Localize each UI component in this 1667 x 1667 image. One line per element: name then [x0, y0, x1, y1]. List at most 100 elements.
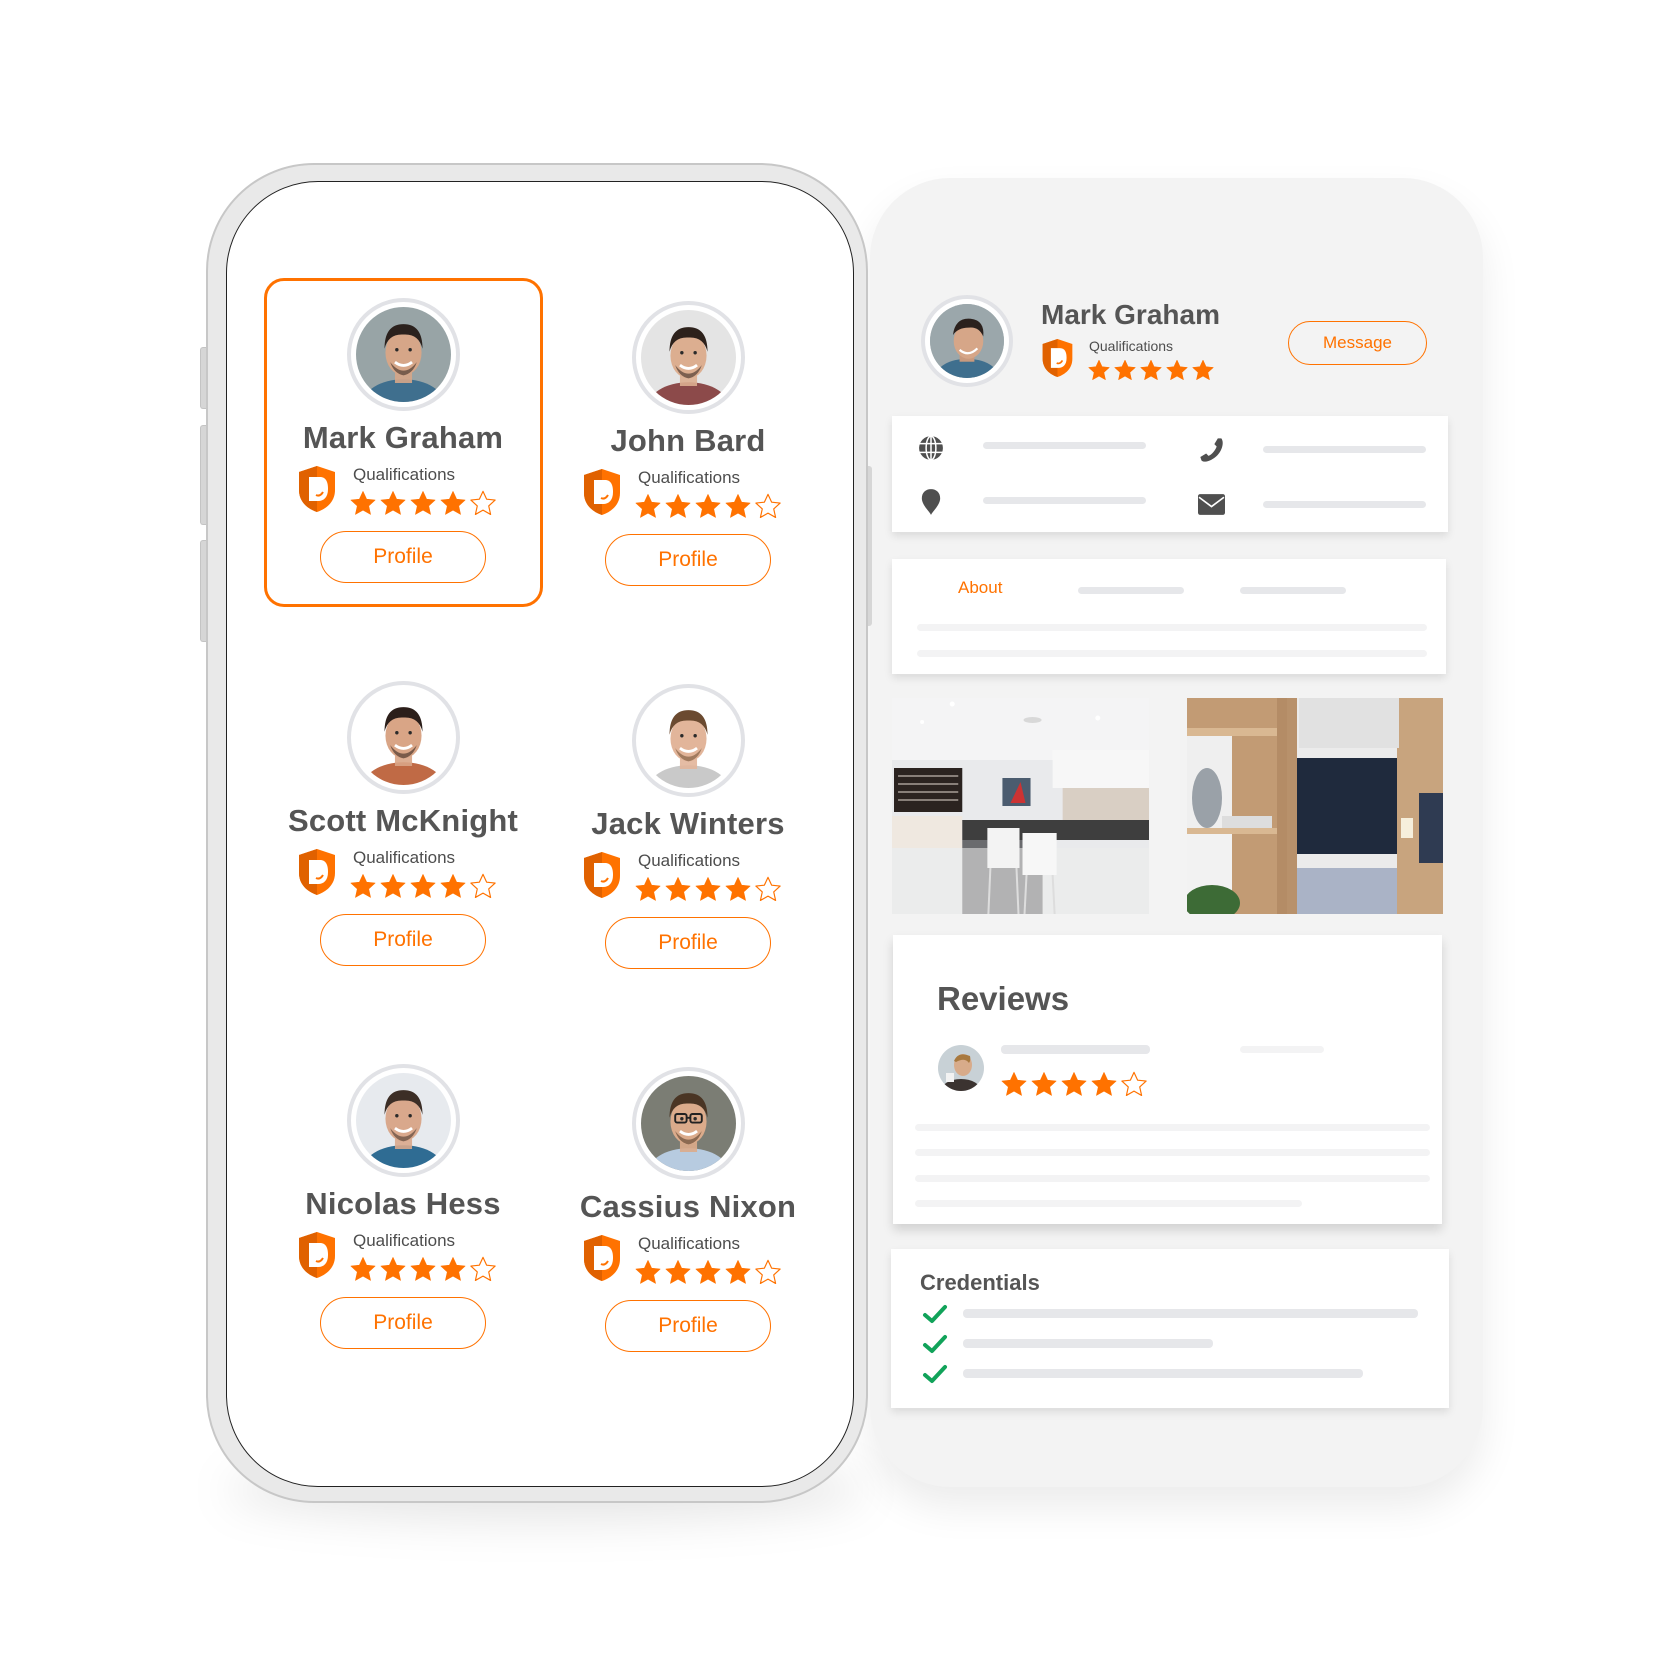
profile-button[interactable]: Profile — [320, 531, 486, 583]
avatar-scott-mcknight[interactable] — [347, 681, 460, 794]
star-filled-icon — [1061, 1072, 1087, 1096]
person-name: Mark Graham — [302, 420, 504, 455]
qualification-shield-icon — [584, 852, 620, 898]
reviewer-avatar-image — [938, 1045, 984, 1091]
person-name: Nicolas Hess — [305, 1186, 501, 1221]
person-rating — [349, 489, 497, 517]
qualification-shield-icon — [584, 469, 620, 515]
star-filled-icon — [350, 874, 376, 898]
person-rating — [349, 1255, 497, 1283]
qualification-label: Qualifications — [638, 851, 741, 870]
person-name: Scott McKnight — [287, 803, 519, 838]
star-filled-icon — [635, 877, 661, 901]
review-text-line — [915, 1149, 1430, 1156]
qualification-row: Qualifications — [297, 1231, 497, 1283]
credential-placeholder — [963, 1339, 1213, 1348]
star-empty-icon — [470, 873, 496, 899]
profile-button[interactable]: Profile — [320, 914, 486, 966]
star-empty-icon — [1121, 1071, 1147, 1097]
person-rating — [634, 875, 782, 903]
review-text-line — [915, 1124, 1430, 1131]
qualification-row: Qualifications — [582, 851, 782, 903]
star-filled-icon — [635, 494, 661, 518]
star-filled-icon — [1192, 359, 1214, 381]
profile-qualification-row: Qualifications — [1041, 338, 1241, 382]
star-filled-icon — [410, 491, 436, 515]
globe-icon — [919, 435, 943, 461]
profile-button[interactable]: Profile — [605, 1300, 771, 1352]
qualification-row: Qualifications — [297, 848, 497, 900]
qualification-row: Qualifications — [297, 465, 497, 517]
profile-button[interactable]: Profile — [605, 917, 771, 969]
qualification-shield-icon — [1042, 339, 1073, 377]
credentials-title: Credentials — [920, 1270, 1040, 1295]
tab-placeholder-3[interactable] — [1240, 587, 1346, 594]
reviewer-name-placeholder — [1001, 1045, 1150, 1054]
star-filled-icon — [440, 1257, 466, 1281]
avatar-mark-graham[interactable] — [347, 298, 460, 411]
qualification-label: Qualifications — [638, 1234, 741, 1253]
qualification-shield-icon — [299, 466, 335, 512]
avatar-john-bard[interactable] — [632, 301, 745, 414]
qualification-row: Qualifications — [582, 468, 782, 520]
profile-button[interactable]: Profile — [320, 1297, 486, 1349]
qualification-label: Qualifications — [353, 1231, 456, 1250]
qualification-shield-icon — [299, 849, 335, 895]
check-icon — [923, 1305, 947, 1323]
credential-placeholder — [963, 1309, 1418, 1318]
star-empty-icon — [470, 1256, 496, 1282]
star-filled-icon — [350, 1257, 376, 1281]
star-filled-icon — [665, 1260, 691, 1284]
star-filled-icon — [1088, 359, 1110, 381]
star-filled-icon — [410, 874, 436, 898]
phone-placeholder — [1263, 446, 1426, 453]
review-date-placeholder — [1240, 1046, 1324, 1053]
tab-about[interactable]: About — [958, 578, 1002, 598]
wardrobe-photo[interactable] — [1187, 698, 1443, 914]
person-rating — [349, 872, 497, 900]
star-empty-icon — [755, 876, 781, 902]
about-text-line — [917, 624, 1427, 631]
star-filled-icon — [725, 877, 751, 901]
reviewer-avatar — [938, 1045, 984, 1091]
location-pin-icon — [921, 489, 941, 515]
tab-placeholder-2[interactable] — [1078, 587, 1184, 594]
avatar-mark-graham-image — [930, 304, 1004, 378]
star-filled-icon — [440, 491, 466, 515]
qualification-label: Qualifications — [638, 468, 741, 487]
address-placeholder — [983, 497, 1146, 504]
credential-placeholder — [963, 1369, 1363, 1378]
person-rating — [634, 492, 782, 520]
email-placeholder — [1263, 501, 1426, 508]
avatar-nicolas-hess[interactable] — [347, 1064, 460, 1177]
person-name: Jack Winters — [591, 806, 785, 841]
qualification-shield-icon — [299, 1232, 335, 1278]
star-filled-icon — [1031, 1072, 1057, 1096]
star-filled-icon — [695, 1260, 721, 1284]
check-icon — [923, 1335, 947, 1353]
person-name: Cassius Nixon — [579, 1189, 797, 1224]
qualification-row: Qualifications — [582, 1234, 782, 1286]
star-filled-icon — [410, 1257, 436, 1281]
check-icon — [923, 1365, 947, 1383]
star-filled-icon — [635, 1260, 661, 1284]
profile-rating — [1087, 358, 1215, 382]
qualification-label: Qualifications — [353, 848, 456, 867]
profile-button[interactable]: Profile — [605, 534, 771, 586]
qualification-label: Qualifications — [1089, 338, 1174, 354]
person-rating — [634, 1258, 782, 1286]
avatar-cassius-nixon[interactable] — [632, 1067, 745, 1180]
star-filled-icon — [725, 494, 751, 518]
review-text-line — [915, 1175, 1430, 1182]
star-filled-icon — [1091, 1072, 1117, 1096]
star-empty-icon — [470, 490, 496, 516]
star-filled-icon — [1001, 1072, 1027, 1096]
phone-icon — [1200, 438, 1223, 462]
star-filled-icon — [665, 877, 691, 901]
kitchen-photo[interactable] — [892, 698, 1149, 914]
star-filled-icon — [1114, 359, 1136, 381]
star-filled-icon — [725, 1260, 751, 1284]
profile-avatar — [921, 295, 1013, 387]
avatar-jack-winters[interactable] — [632, 684, 745, 797]
message-button[interactable]: Message — [1288, 321, 1427, 365]
